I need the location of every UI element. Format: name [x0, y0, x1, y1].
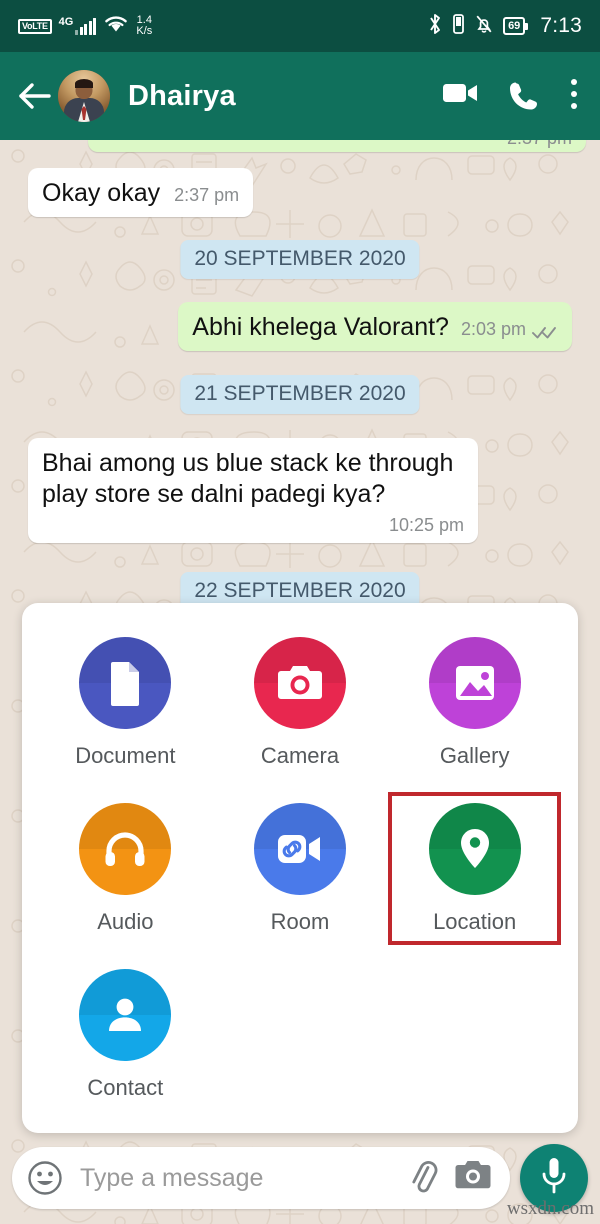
data-speed-unit: K/s	[136, 25, 153, 37]
avatar[interactable]	[58, 70, 110, 122]
status-bar-right: 69 7:13	[427, 12, 582, 41]
message-input-placeholder[interactable]: Type a message	[80, 1164, 392, 1193]
message-text: Bhai among us blue stack ke through play…	[42, 449, 454, 508]
video-call-icon[interactable]	[442, 79, 477, 113]
room-video-link-icon	[253, 803, 346, 895]
message-meta: 2:03 pm	[461, 319, 558, 341]
message-text: Abhi khelega Valorant?	[192, 313, 449, 341]
message-bubble-incoming[interactable]: Bhai among us blue stack ke through play…	[28, 438, 478, 543]
camera-icon	[253, 637, 346, 729]
attachment-panel: Document Camera Gallery Audio Room Locat…	[22, 603, 578, 1133]
attachment-label: Contact	[87, 1075, 164, 1100]
camera-icon[interactable]	[454, 1159, 492, 1197]
phone-icon[interactable]	[506, 79, 540, 113]
attachment-item-location[interactable]: Location	[387, 792, 562, 945]
message-bubble-outgoing[interactable]: Abhi khelega Valorant? 2:03 pm	[178, 302, 572, 351]
attachment-item-contact[interactable]: Contact	[38, 961, 213, 1105]
whatsapp-chat-screen: VoLTE 4G 1.4 K/s 69 7:13 Dhairya Okay ok…	[0, 0, 600, 1224]
emoji-smiley-icon[interactable]	[26, 1159, 64, 1197]
contact-person-icon	[79, 969, 172, 1061]
paperclip-icon[interactable]	[404, 1159, 442, 1197]
vibrate-icon	[452, 13, 465, 40]
message-input-pill[interactable]: Type a message	[12, 1147, 510, 1209]
avatar-photo	[58, 70, 110, 122]
attachment-label: Location	[433, 909, 517, 934]
headphones-icon	[79, 803, 172, 895]
gallery-icon	[428, 637, 521, 729]
attachment-label: Room	[270, 909, 330, 934]
network-type-label: 4G	[58, 15, 74, 28]
date-separator: 21 SEPTEMBER 2020	[180, 375, 420, 414]
contact-name[interactable]: Dhairya	[128, 80, 236, 113]
battery-icon: 69	[503, 17, 529, 35]
attachment-item-audio[interactable]: Audio	[38, 795, 213, 939]
attachment-label: Document	[75, 743, 176, 768]
more-options-icon[interactable]	[570, 79, 578, 113]
status-bar-left: VoLTE 4G 1.4 K/s	[18, 14, 152, 39]
message-time: 2:37 pm	[174, 185, 240, 205]
message-time: 2:37 pm	[507, 140, 572, 150]
attachment-item-room[interactable]: Room	[213, 795, 388, 939]
message-time: 2:03 pm	[460, 319, 526, 339]
signal-bars-icon	[75, 17, 97, 35]
volte-icon: VoLTE	[18, 18, 52, 34]
back-arrow-icon[interactable]	[14, 75, 56, 117]
microphone-icon	[539, 1156, 569, 1201]
watermark: wsxdn.com	[506, 1198, 594, 1219]
status-bar: VoLTE 4G 1.4 K/s 69 7:13	[0, 0, 600, 52]
chat-area: 2:37 pm Okay okay 2:37 pm 20 SEPTEMBER 20…	[0, 140, 600, 1224]
bell-muted-icon	[474, 13, 494, 40]
message-time: 10:25 pm	[388, 515, 464, 535]
message-bubble-incoming[interactable]: Okay okay 2:37 pm	[28, 168, 254, 217]
attachment-label: Camera	[260, 743, 340, 768]
attachment-item-document[interactable]: Document	[38, 629, 213, 773]
double-check-icon	[532, 323, 558, 339]
attachment-label: Audio	[97, 909, 154, 934]
location-pin-icon	[428, 803, 521, 895]
data-speed-indicator: 1.4 K/s	[136, 15, 152, 37]
message-text: Okay okay	[42, 179, 161, 207]
attachment-grid: Document Camera Gallery Audio Room Locat…	[38, 629, 562, 1105]
document-icon	[79, 637, 172, 729]
clock-time: 7:13	[540, 14, 582, 37]
wifi-icon	[103, 14, 129, 39]
attachment-item-gallery[interactable]: Gallery	[387, 629, 562, 773]
bluetooth-icon	[427, 12, 443, 41]
message-bubble-outgoing-cropped[interactable]: 2:37 pm	[88, 140, 586, 152]
attachment-item-camera[interactable]: Camera	[213, 629, 388, 773]
cellular-signal-icon: 4G	[58, 15, 97, 35]
date-separator: 20 SEPTEMBER 2020	[180, 240, 420, 279]
attachment-label: Gallery	[439, 743, 510, 768]
app-bar: Dhairya	[0, 52, 600, 140]
app-bar-actions	[442, 79, 578, 113]
